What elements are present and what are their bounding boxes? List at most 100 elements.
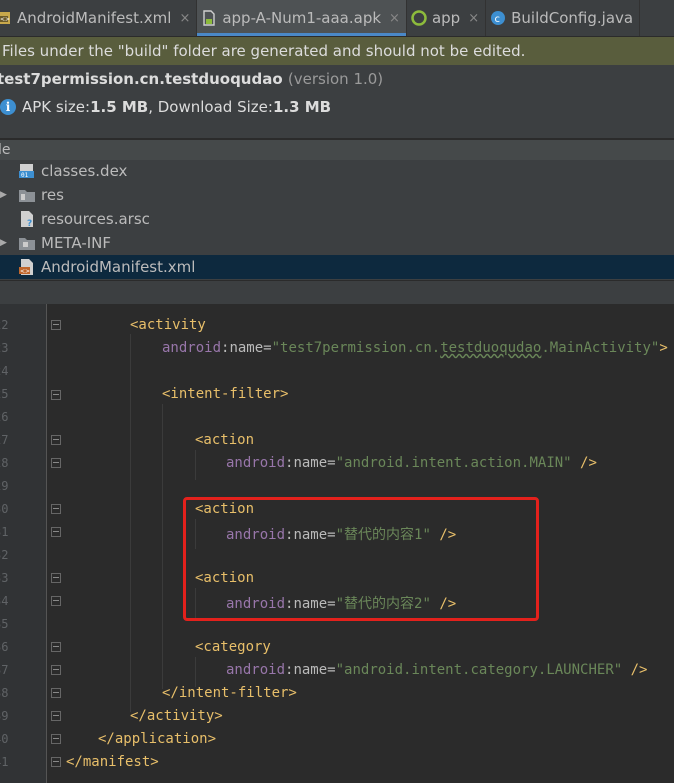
tree-item-label: classes.dex bbox=[41, 162, 128, 180]
line-number: 32 bbox=[0, 548, 9, 562]
tag-activity-close: </activity> bbox=[130, 708, 223, 724]
fold-icon[interactable] bbox=[51, 711, 61, 721]
tree-item-android-manifest[interactable]: <> AndroidManifest.xml bbox=[0, 255, 674, 279]
tag-manifest-close: </manifest> bbox=[66, 754, 159, 770]
code-line: android:name="test7permission.cn.testduo… bbox=[162, 340, 668, 356]
line-number: 40 bbox=[0, 732, 9, 746]
tag-activity-open: <activity bbox=[130, 317, 206, 333]
tag-self-close: /> bbox=[571, 455, 597, 471]
attr-name: name bbox=[293, 662, 328, 678]
line-number: 37 bbox=[0, 663, 9, 677]
java-class-icon: c bbox=[490, 10, 506, 26]
attr-equals: = bbox=[327, 455, 336, 471]
code-line: android:name="android.intent.category.LA… bbox=[226, 662, 647, 678]
tree-item-res[interactable]: ▶ res bbox=[0, 183, 674, 207]
fold-icon[interactable] bbox=[51, 435, 61, 445]
tab-app[interactable]: app × bbox=[407, 0, 487, 36]
close-icon[interactable]: × bbox=[389, 11, 400, 26]
fold-icon[interactable] bbox=[51, 504, 61, 514]
fold-icon[interactable] bbox=[51, 596, 61, 606]
apk-info-panel: test7permission.cn.testduoqudao (version… bbox=[0, 65, 674, 138]
line-number: 26 bbox=[0, 410, 9, 424]
generated-files-banner: Files under the "build" folder are gener… bbox=[0, 37, 674, 65]
dex-file-icon: 01 bbox=[18, 162, 36, 180]
attr-equals: = bbox=[263, 340, 272, 356]
tag-action-open: <action bbox=[195, 432, 255, 448]
apk-size-value: 1.5 MB bbox=[90, 98, 149, 116]
indent-guide bbox=[195, 657, 196, 687]
attr-name: name bbox=[229, 340, 264, 356]
expand-arrow-icon[interactable]: ▶ bbox=[0, 238, 7, 248]
expand-arrow-icon[interactable]: ▶ bbox=[0, 190, 7, 200]
fold-icon[interactable] bbox=[51, 527, 61, 537]
line-number: 22 bbox=[0, 318, 9, 332]
line-number: 35 bbox=[0, 617, 9, 631]
version-label: (version 1.0) bbox=[287, 70, 384, 88]
attr-value: .MainActivity" bbox=[541, 340, 660, 356]
line-number: 23 bbox=[0, 341, 9, 355]
line-number: 36 bbox=[0, 640, 9, 654]
tag-self-close: /> bbox=[622, 662, 648, 678]
fold-icon[interactable] bbox=[51, 573, 61, 583]
attr-value-misspelled: testduoqudao bbox=[440, 340, 542, 356]
line-number: 38 bbox=[0, 686, 9, 700]
code-line: android:name="android.intent.action.MAIN… bbox=[226, 455, 597, 471]
svg-text:01: 01 bbox=[21, 172, 29, 179]
tree-item-resources-arsc[interactable]: ? resources.arsc bbox=[0, 207, 674, 231]
svg-text:<>: <> bbox=[20, 268, 30, 275]
tab-label: app bbox=[431, 9, 461, 27]
fold-icon[interactable] bbox=[51, 642, 61, 652]
apk-size-info: i APK size: 1.5 MB , Download Size: 1.3 … bbox=[0, 98, 331, 116]
editor-tab-bar: <> AndroidManifest.xml × app-A-Num1-aaa.… bbox=[0, 0, 674, 37]
code-line: </application> bbox=[98, 731, 216, 747]
tree-item-label: META-INF bbox=[41, 234, 112, 252]
code-line: <intent-filter> bbox=[162, 386, 288, 402]
close-icon[interactable]: × bbox=[468, 11, 479, 26]
download-size-label: , Download Size: bbox=[148, 98, 273, 116]
line-number: 41 bbox=[0, 755, 9, 769]
attr-value: "android.intent.category.LAUNCHER" bbox=[335, 662, 623, 678]
tree-item-classes-dex[interactable]: 01 classes.dex bbox=[0, 159, 674, 183]
apk-file-tree: le 01 classes.dex ▶ res ? resources.arsc… bbox=[0, 140, 674, 280]
apk-size-label: APK size: bbox=[22, 98, 91, 116]
package-id: test7permission.cn.testduoqudao bbox=[0, 70, 283, 88]
column-header-label: le bbox=[0, 142, 11, 158]
apk-file-icon bbox=[201, 10, 217, 26]
line-number: 34 bbox=[0, 594, 9, 608]
tree-item-meta-inf[interactable]: ▶ META-INF bbox=[0, 231, 674, 255]
tag-category-open: <category bbox=[195, 639, 271, 655]
tab-buildconfig[interactable]: c BuildConfig.java bbox=[486, 0, 641, 36]
tree-column-header[interactable]: le bbox=[0, 140, 674, 160]
attr-value: "android.intent.action.MAIN" bbox=[335, 455, 572, 471]
line-number: 25 bbox=[0, 387, 9, 401]
tree-item-label: resources.arsc bbox=[41, 210, 150, 228]
tag-application-close: </application> bbox=[98, 731, 217, 747]
fold-icon[interactable] bbox=[51, 688, 61, 698]
line-number: 39 bbox=[0, 709, 9, 723]
code-line: <activity bbox=[130, 317, 206, 333]
indent-guide bbox=[130, 334, 131, 712]
fold-icon[interactable] bbox=[51, 734, 61, 744]
fold-icon[interactable] bbox=[51, 757, 61, 767]
fold-icon[interactable] bbox=[51, 458, 61, 468]
fold-icon[interactable] bbox=[51, 390, 61, 400]
code-line: </activity> bbox=[130, 708, 223, 724]
fold-icon[interactable] bbox=[51, 320, 61, 330]
attr-namespace: android bbox=[162, 340, 222, 356]
splitter-bar[interactable] bbox=[0, 280, 674, 305]
attr-equals: = bbox=[327, 662, 336, 678]
line-number: 31 bbox=[0, 525, 9, 539]
tab-android-manifest[interactable]: <> AndroidManifest.xml × bbox=[0, 0, 198, 36]
tab-apk[interactable]: app-A-Num1-aaa.apk × bbox=[197, 0, 407, 36]
close-icon[interactable]: × bbox=[179, 11, 190, 26]
attr-namespace: android bbox=[226, 662, 286, 678]
folder-icon bbox=[18, 186, 36, 204]
line-number: 28 bbox=[0, 456, 9, 470]
module-icon bbox=[411, 10, 427, 26]
info-icon: i bbox=[0, 99, 16, 115]
tab-label: AndroidManifest.xml bbox=[17, 9, 172, 27]
fold-icon[interactable] bbox=[51, 665, 61, 675]
xml-editor[interactable]: 22 23 24 25 26 27 28 29 30 31 32 33 34 35 36 37 38 39 40 41… bbox=[0, 304, 674, 783]
line-number: 33 bbox=[0, 571, 9, 585]
svg-text:?: ? bbox=[27, 219, 32, 228]
